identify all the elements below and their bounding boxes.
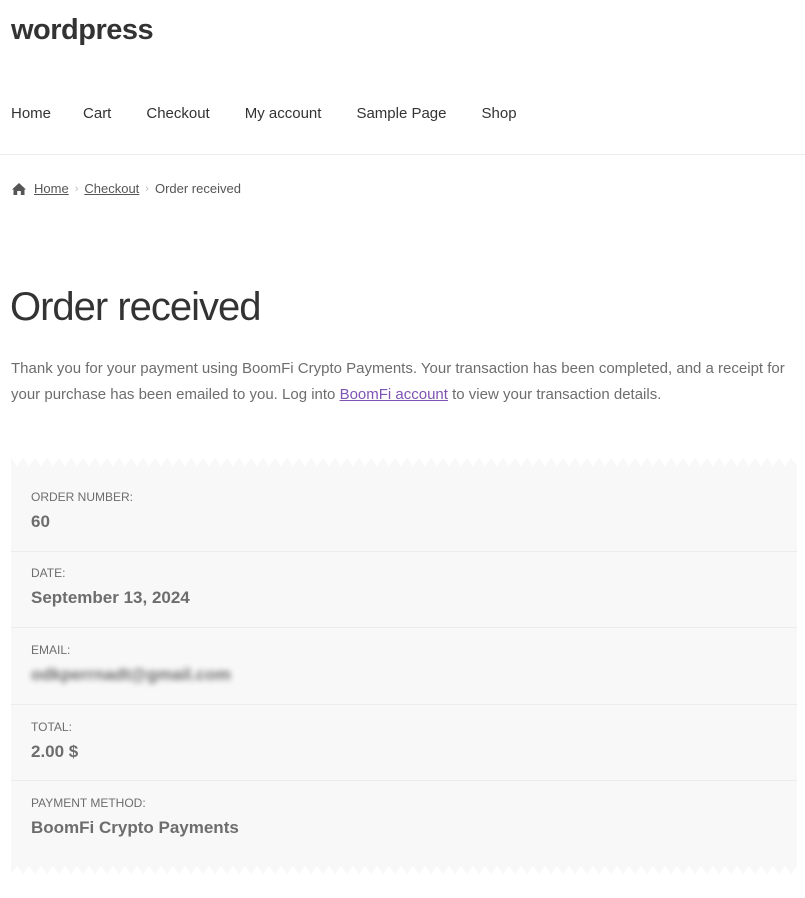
nav-item-my-account[interactable]: My account	[245, 105, 322, 122]
breadcrumb-separator-icon: ›	[74, 182, 79, 195]
order-overview: ORDER NUMBER: 60 DATE: September 13, 202…	[11, 458, 797, 874]
header-divider	[0, 154, 805, 155]
breadcrumb-checkout-link[interactable]: Checkout	[84, 181, 139, 196]
thank-you-text-end: to view your transaction details.	[447, 386, 662, 403]
order-total-label: TOTAL:	[31, 720, 72, 734]
breadcrumb-separator-icon: ›	[145, 182, 149, 195]
breadcrumb-home-link[interactable]: Home	[34, 181, 69, 196]
order-number-label: ORDER NUMBER:	[31, 490, 134, 504]
nav-item-shop[interactable]: Shop	[482, 105, 517, 122]
nav-item-sample-page[interactable]: Sample Page	[356, 105, 446, 122]
boomfi-account-link[interactable]: BoomFi account	[340, 386, 448, 403]
home-icon	[12, 182, 26, 195]
order-number-row: ORDER NUMBER: 60	[11, 490, 797, 552]
nav-item-checkout[interactable]: Checkout	[146, 105, 209, 122]
thank-you-message: Thank you for your payment using BoomFi …	[11, 356, 791, 408]
order-payment-method-row: PAYMENT METHOD: BoomFi Crypto Payments	[11, 796, 797, 856]
payment-method-value: BoomFi Crypto Payments	[31, 818, 239, 837]
breadcrumb-current: Order received	[154, 181, 241, 196]
primary-navigation: Home Cart Checkout My account Sample Pag…	[11, 105, 517, 122]
order-date-value: September 13, 2024	[31, 588, 190, 607]
order-total-value: 2.00 $	[31, 742, 79, 761]
receipt-edge-bottom	[11, 866, 797, 874]
order-email-row: EMAIL: odkperrnadt@gmail.com	[11, 643, 797, 705]
breadcrumb: Home › Checkout › Order received	[11, 181, 241, 196]
order-date-label: DATE:	[31, 566, 66, 580]
page-title: Order received	[10, 285, 262, 329]
payment-method-label: PAYMENT METHOD:	[31, 796, 146, 810]
receipt-edge-top	[11, 458, 797, 466]
order-total-row: TOTAL: 2.00 $	[11, 720, 797, 781]
order-email-value: odkperrnadt@gmail.com	[31, 665, 231, 684]
order-number-value: 60	[31, 512, 50, 531]
order-email-label: EMAIL:	[31, 643, 71, 657]
nav-item-cart[interactable]: Cart	[83, 105, 111, 122]
site-title[interactable]: wordpress	[11, 14, 154, 47]
nav-item-home[interactable]: Home	[11, 105, 51, 122]
order-date-row: DATE: September 13, 2024	[11, 566, 797, 628]
